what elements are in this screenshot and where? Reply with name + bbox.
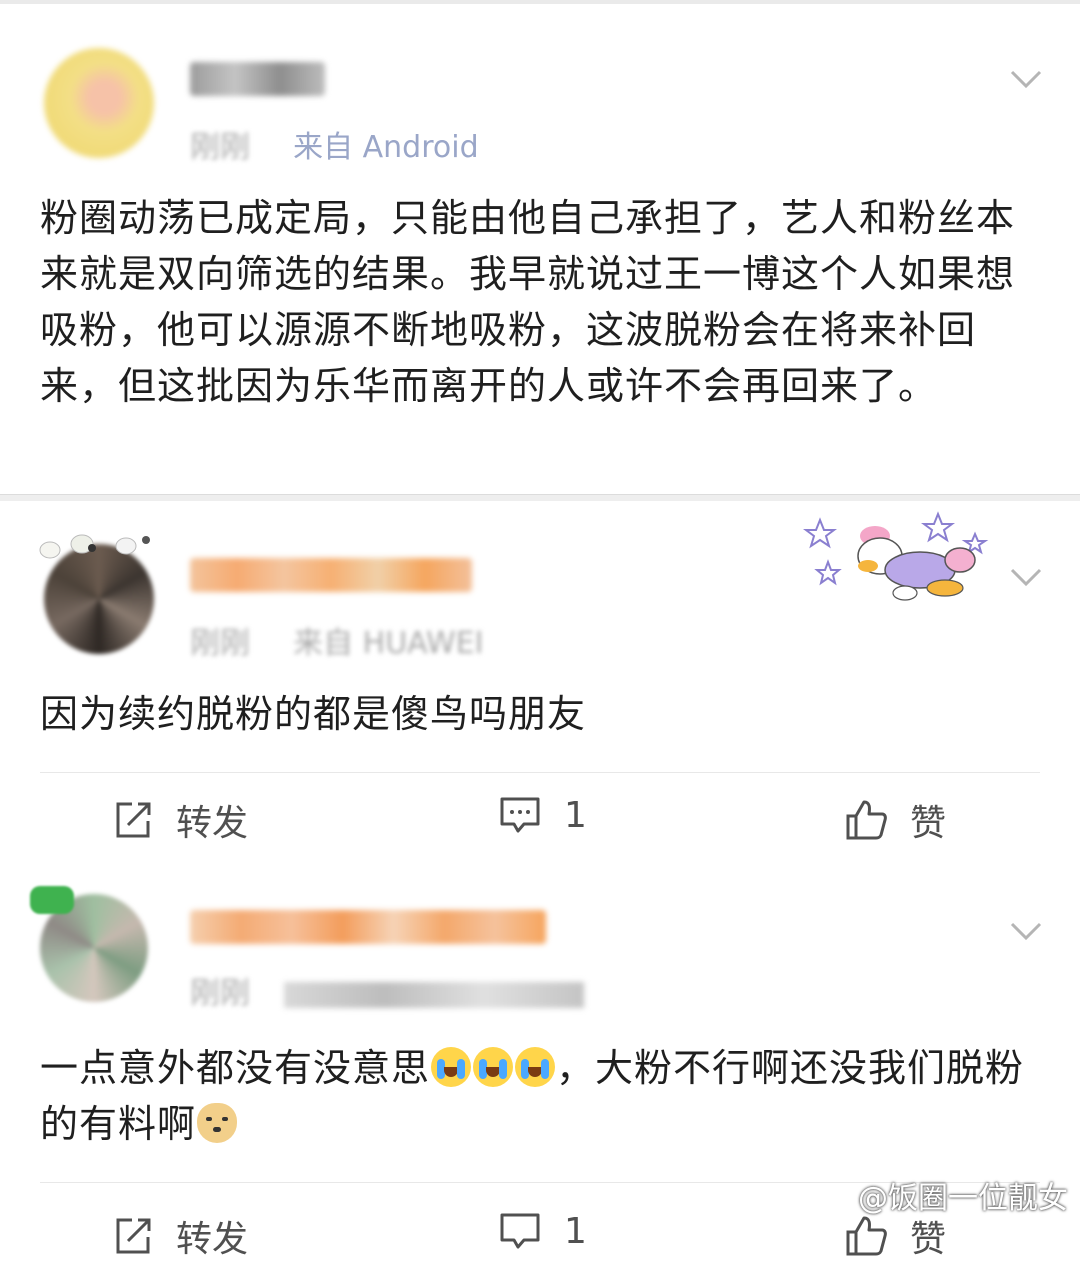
post-source: 来自 Android — [293, 130, 479, 165]
post-time: 刚刚 — [190, 130, 250, 165]
post-content: 粉圈动荡已成定局，只能由他自己承担了，艺人和粉丝本来就是双向筛选的结果。我早就说… — [40, 196, 1016, 408]
comment-count: 1 — [564, 794, 587, 836]
chevron-down-icon[interactable] — [1008, 558, 1044, 594]
comment-icon — [500, 1213, 540, 1249]
like-button[interactable]: 赞 — [844, 1210, 946, 1262]
post-content-part2: ，大粉不行啊还没我们 — [556, 1046, 947, 1090]
post-1: 刚刚 来自 Android 粉圈动荡已成定局，只能由他自己承担了，艺人和粉丝本来… — [0, 0, 1080, 490]
username-blurred[interactable] — [190, 910, 546, 944]
like-label: 赞 — [910, 1219, 947, 1260]
post-content: 一点意外都没有没意思 ，大粉不行啊还没我们脱粉的有料啊 — [40, 1040, 1040, 1152]
post-source-blurred — [283, 981, 584, 1008]
comment-button[interactable]: 1 — [498, 1210, 587, 1252]
repost-label: 转发 — [176, 1219, 249, 1260]
post-source: 来自 HUAWEI — [293, 626, 484, 661]
like-icon — [846, 800, 887, 840]
post-time: 刚刚 — [190, 976, 250, 1011]
avatar[interactable] — [44, 48, 154, 158]
comment-button[interactable]: 1 — [498, 794, 587, 836]
username-blurred[interactable] — [190, 558, 472, 592]
post-time: 刚刚 — [190, 626, 250, 661]
post-content: 因为续约脱粉的都是傻鸟吗朋友 — [40, 692, 587, 736]
action-bar: 转发 1 赞 — [0, 794, 1080, 854]
comment-count: 1 — [564, 1210, 587, 1252]
chevron-down-icon[interactable] — [1008, 912, 1044, 948]
post-content-part1: 一点意外都没有没意思 — [40, 1046, 431, 1090]
repost-icon — [116, 802, 151, 838]
avatar-ornament-icon — [39, 534, 150, 559]
doge-emoji — [197, 1103, 238, 1143]
repost-button[interactable]: 转发 — [112, 1210, 248, 1262]
username-blurred[interactable] — [190, 62, 325, 96]
like-button[interactable]: 赞 — [844, 794, 946, 846]
repost-button[interactable]: 转发 — [112, 794, 248, 846]
daisy-duck-sticker — [803, 511, 989, 601]
crying-emoji — [431, 1047, 472, 1087]
crying-emoji — [473, 1047, 514, 1087]
comment-icon — [500, 797, 540, 833]
weibo-watermark: @饭圈一位靓女 — [858, 1181, 1068, 1216]
crying-emoji — [515, 1047, 556, 1087]
post-2: 刚刚 来自 HUAWEI 因为续约脱粉的都是傻鸟吗朋友 转发 1 赞 — [0, 500, 1080, 872]
avatar-badge — [30, 886, 74, 914]
repost-icon — [116, 1218, 151, 1254]
chevron-down-icon[interactable] — [1008, 60, 1044, 96]
repost-label: 转发 — [176, 803, 249, 844]
action-bar: 转发 1 赞 — [0, 1210, 1080, 1270]
post-meta: 刚刚 来自 HUAWEI — [190, 618, 484, 662]
like-icon — [846, 1216, 887, 1256]
post-meta: 刚刚 — [190, 968, 584, 1012]
post-meta: 刚刚 来自 Android — [190, 122, 479, 166]
action-bar-separator — [40, 772, 1040, 773]
like-label: 赞 — [910, 803, 947, 844]
